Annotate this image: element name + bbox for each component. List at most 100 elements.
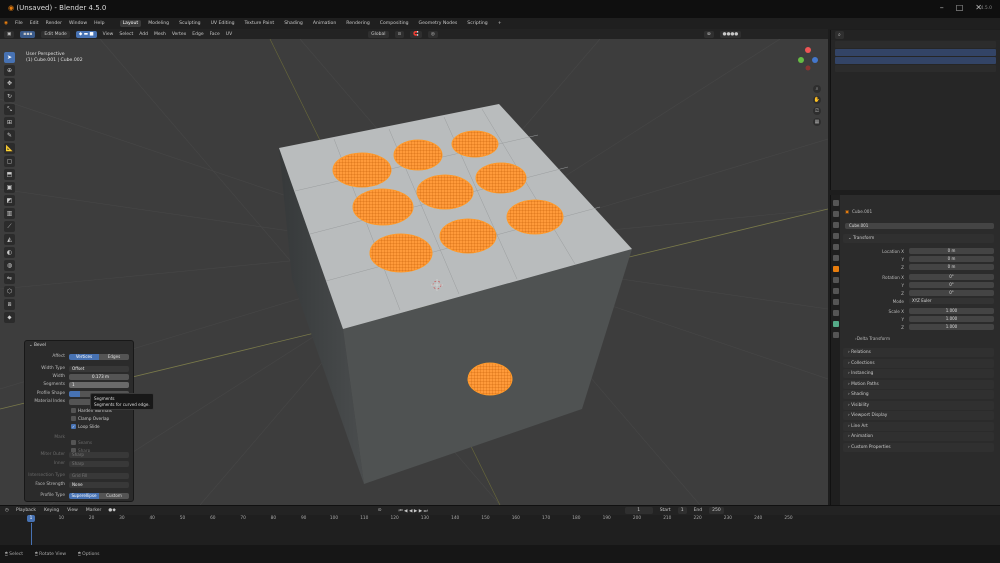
scale-y-field[interactable]: 1.000 bbox=[909, 316, 994, 322]
checkbox-box[interactable] bbox=[71, 408, 76, 413]
outliner[interactable]: ⌕ bbox=[830, 30, 1000, 190]
navigation-gizmo[interactable] bbox=[795, 42, 821, 74]
timeline-editor-icon[interactable]: ◷ bbox=[5, 508, 9, 513]
viewport-menu-view[interactable]: View bbox=[103, 32, 114, 37]
workspace-tab-compositing[interactable]: Compositing bbox=[377, 20, 412, 27]
start-frame-field[interactable]: 1 bbox=[677, 507, 687, 514]
timeline-menu-keying[interactable]: Keying bbox=[44, 508, 59, 513]
viewport-menu-select[interactable]: Select bbox=[119, 32, 133, 37]
section-shading[interactable]: › Shading bbox=[843, 390, 994, 399]
poly-build-icon[interactable]: ◭ bbox=[4, 234, 15, 245]
select-mode-group[interactable]: ▪▪▪ bbox=[20, 30, 36, 38]
workspace-tab-modeling[interactable]: Modeling bbox=[145, 20, 172, 27]
rotation-y-field[interactable]: 0° bbox=[909, 282, 994, 288]
section-line-art[interactable]: › Line Art bbox=[843, 421, 994, 431]
bevel-panel-header[interactable]: ⌄ Bevel bbox=[29, 343, 46, 348]
affect-edges-button[interactable]: Edges bbox=[99, 353, 129, 360]
shading-icon[interactable]: ●●●● bbox=[719, 30, 742, 38]
workspace-tab-shading[interactable]: Shading bbox=[281, 20, 306, 27]
scale-x-field[interactable]: 1.000 bbox=[909, 308, 994, 314]
menu-file[interactable]: File bbox=[15, 21, 23, 26]
view-layer-tab-icon[interactable] bbox=[832, 233, 839, 239]
workspace-tab-sculpting[interactable]: Sculpting bbox=[176, 20, 203, 27]
workspace-tab-geometry-nodes[interactable]: Geometry Nodes bbox=[416, 20, 461, 27]
workspace-tab-texture-paint[interactable]: Texture Paint bbox=[242, 20, 278, 27]
viewport-menu-uv[interactable]: UV bbox=[226, 32, 232, 37]
rotation-x-field[interactable]: 0° bbox=[909, 274, 994, 280]
section-animation[interactable]: › Animation bbox=[843, 432, 994, 441]
bevel-operator-panel[interactable]: ⌄ Bevel Affect Vertices Edges Width Type O… bbox=[24, 340, 134, 502]
profile-type-toggle[interactable]: Superellipse Custom bbox=[69, 492, 129, 499]
outliner-row[interactable] bbox=[835, 57, 996, 64]
section-relations[interactable]: › Relations bbox=[843, 348, 994, 357]
pivot-icon[interactable]: ⊙ bbox=[394, 30, 405, 38]
delta-transform-section[interactable]: › Delta Transform bbox=[845, 336, 994, 341]
overlay-icon[interactable]: ⊚ bbox=[703, 30, 714, 38]
checkbox-loop-slide[interactable]: ✓ Loop Slide bbox=[71, 424, 100, 429]
scale-icon[interactable]: ⤡ bbox=[4, 104, 15, 115]
add-cube-icon[interactable]: ▢ bbox=[4, 156, 15, 167]
object-tab-icon[interactable] bbox=[832, 266, 839, 272]
affect-vertices-button[interactable]: Vertices bbox=[69, 353, 99, 360]
cursor-select-icon[interactable]: ➤ bbox=[4, 52, 15, 63]
viewport-menu-face[interactable]: Face bbox=[210, 32, 220, 37]
shear-icon[interactable]: ⧈ bbox=[4, 299, 15, 310]
width-type-dropdown[interactable]: Offset bbox=[69, 365, 129, 372]
extrude-icon[interactable]: ⬒ bbox=[4, 169, 15, 180]
profile-custom-button[interactable]: Custom bbox=[99, 492, 129, 499]
section-collections[interactable]: › Collections bbox=[843, 358, 994, 368]
workspace-tab-scripting[interactable]: Scripting bbox=[464, 20, 490, 27]
blender-menu-icon[interactable]: ◉ bbox=[4, 21, 8, 26]
data-tab-icon[interactable] bbox=[832, 321, 839, 327]
width-field[interactable]: 0.173 m bbox=[69, 373, 129, 380]
axis-gizmo-icon[interactable] bbox=[795, 42, 821, 72]
outliner-row[interactable] bbox=[835, 65, 996, 72]
timeline-menu-playback[interactable]: Playback bbox=[16, 508, 36, 513]
maximize-icon[interactable]: □ bbox=[956, 3, 976, 12]
data-name-field[interactable]: Cube.001 bbox=[845, 223, 994, 229]
add-workspace-button[interactable]: + bbox=[498, 21, 502, 26]
workspace-tab-animation[interactable]: Animation bbox=[310, 20, 339, 27]
section-visibility[interactable]: › Visibility bbox=[843, 400, 994, 410]
camera-icon[interactable]: ⎚ bbox=[813, 107, 821, 115]
location-z-field[interactable]: 0 m bbox=[909, 264, 994, 270]
inner-miter-dropdown[interactable]: Sharp bbox=[69, 460, 129, 467]
particles-tab-icon[interactable] bbox=[832, 288, 839, 294]
constraints-tab-icon[interactable] bbox=[832, 310, 839, 316]
section-viewport-display[interactable]: › Viewport Display bbox=[843, 411, 994, 420]
viewport-menu-vertex[interactable]: Vertex bbox=[172, 32, 186, 37]
snap-icon[interactable]: 🧲 bbox=[410, 30, 422, 38]
outliner-row[interactable] bbox=[835, 41, 996, 48]
inset-icon[interactable]: ▣ bbox=[4, 182, 15, 193]
menu-render[interactable]: Render bbox=[46, 21, 62, 26]
checkbox-box[interactable]: ✓ bbox=[71, 424, 76, 429]
minimize-icon[interactable]: – bbox=[940, 3, 956, 12]
output-tab-icon[interactable] bbox=[832, 222, 839, 228]
measure-icon[interactable]: 📐 bbox=[4, 143, 15, 154]
menu-window[interactable]: Window bbox=[69, 21, 87, 26]
keyframe-icon[interactable]: ●◆ bbox=[108, 508, 115, 513]
knife-icon[interactable]: ⟋ bbox=[4, 221, 15, 232]
record-icon[interactable]: ⊙ bbox=[378, 508, 382, 513]
edge-slide-icon[interactable]: ⇋ bbox=[4, 273, 15, 284]
grid-icon[interactable]: ▦ bbox=[813, 118, 821, 126]
editor-type-button[interactable]: ▣ bbox=[4, 30, 15, 38]
current-frame-indicator[interactable]: 1 bbox=[27, 515, 35, 522]
modifier-tab-icon[interactable] bbox=[832, 277, 839, 283]
properties-editor[interactable]: ▣ Cube.001 Cube.001 ⌄ Transform Location … bbox=[830, 195, 1000, 505]
tool-tab-icon[interactable] bbox=[832, 200, 839, 206]
end-frame-field[interactable]: 250 bbox=[709, 507, 724, 514]
current-frame-field[interactable]: 1 bbox=[624, 507, 653, 514]
intersection-type-dropdown[interactable]: Grid Fill bbox=[69, 472, 129, 479]
outliner-search-icon[interactable]: ⌕ bbox=[835, 31, 844, 39]
miter-outer-dropdown[interactable]: Sharp bbox=[69, 451, 129, 458]
rotation-z-field[interactable]: 0° bbox=[909, 290, 994, 296]
hand-icon[interactable]: ✋ bbox=[813, 96, 821, 104]
viewport-menu-mesh[interactable]: Mesh bbox=[154, 32, 166, 37]
section-motion-paths[interactable]: › Motion Paths bbox=[843, 379, 994, 389]
affect-toggle[interactable]: Vertices Edges bbox=[69, 353, 129, 360]
section-instancing[interactable]: › Instancing bbox=[843, 369, 994, 378]
menu-help[interactable]: Help bbox=[94, 21, 104, 26]
transform-icon[interactable]: ⊞ bbox=[4, 117, 15, 128]
render-tab-icon[interactable] bbox=[832, 211, 839, 217]
